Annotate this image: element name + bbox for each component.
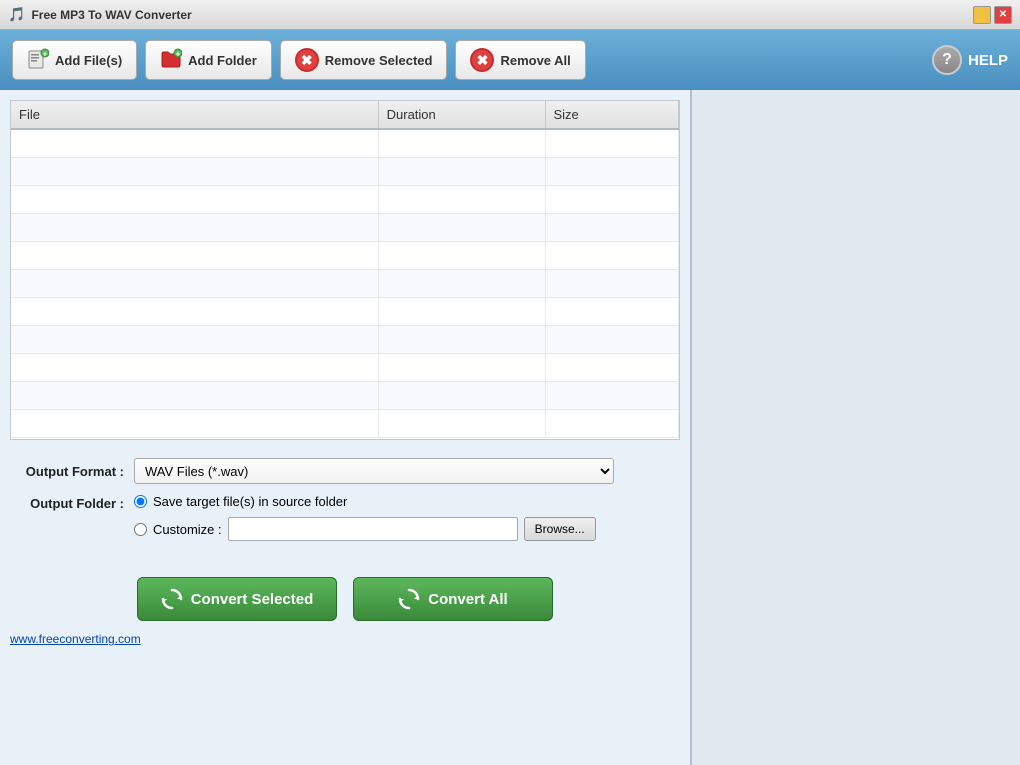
help-label: HELP: [968, 52, 1008, 69]
folder-options: Save target file(s) in source folder Cus…: [134, 494, 596, 541]
browse-button[interactable]: Browse...: [524, 517, 596, 541]
add-files-label: Add File(s): [55, 53, 122, 68]
customize-row: Customize : Browse...: [134, 517, 596, 541]
svg-text:+: +: [176, 49, 181, 58]
folder-row: Output Folder : Save target file(s) in s…: [14, 494, 676, 541]
add-folder-icon: +: [160, 48, 182, 73]
col-size: Size: [545, 101, 679, 129]
add-files-icon: +: [27, 48, 49, 73]
save-source-label[interactable]: Save target file(s) in source folder: [153, 494, 347, 509]
file-table: File Duration Size: [11, 101, 679, 438]
remove-selected-label: Remove Selected: [325, 53, 433, 68]
footer-link[interactable]: www.freeconverting.com: [10, 632, 141, 646]
remove-all-label: Remove All: [500, 53, 570, 68]
customize-input[interactable]: [228, 517, 518, 541]
convert-all-button[interactable]: Convert All: [353, 577, 553, 621]
add-folder-button[interactable]: + Add Folder: [145, 40, 272, 80]
app-icon: 🎵: [8, 6, 25, 23]
table-row[interactable]: [11, 213, 679, 241]
table-row[interactable]: [11, 353, 679, 381]
format-row: Output Format : WAV Files (*.wav): [14, 458, 676, 484]
table-header-row: File Duration Size: [11, 101, 679, 129]
customize-radio[interactable]: [134, 523, 147, 536]
remove-selected-button[interactable]: ✖ Remove Selected: [280, 40, 448, 80]
col-file: File: [11, 101, 378, 129]
convert-all-icon: [398, 588, 420, 610]
save-source-row: Save target file(s) in source folder: [134, 494, 596, 509]
save-source-radio[interactable]: [134, 495, 147, 508]
table-row[interactable]: [11, 157, 679, 185]
close-button[interactable]: ✕: [994, 6, 1012, 24]
table-row[interactable]: [11, 297, 679, 325]
help-icon: ?: [932, 45, 962, 75]
title-bar-controls: ✕: [973, 6, 1012, 24]
file-table-container: File Duration Size: [10, 100, 680, 440]
table-row[interactable]: [11, 325, 679, 353]
add-folder-label: Add Folder: [188, 53, 257, 68]
customize-label[interactable]: Customize :: [153, 522, 222, 537]
toolbar: + Add File(s) + Add Folder ✖ Remove Sele…: [0, 30, 1020, 90]
remove-all-icon: ✖: [470, 48, 494, 72]
table-row[interactable]: [11, 129, 679, 157]
remove-all-button[interactable]: ✖ Remove All: [455, 40, 585, 80]
convert-selected-button[interactable]: Convert Selected: [137, 577, 337, 621]
app-title: Free MP3 To WAV Converter: [31, 8, 191, 22]
add-files-button[interactable]: + Add File(s): [12, 40, 137, 80]
remove-selected-icon: ✖: [295, 48, 319, 72]
folder-label: Output Folder :: [14, 494, 124, 511]
table-row[interactable]: [11, 241, 679, 269]
minimize-button[interactable]: [973, 6, 991, 24]
right-panel: [690, 90, 1020, 765]
convert-all-label: Convert All: [428, 591, 507, 608]
title-bar: 🎵 Free MP3 To WAV Converter ✕: [0, 0, 1020, 30]
svg-text:+: +: [43, 49, 48, 58]
main-area: File Duration Size: [0, 90, 1020, 765]
title-bar-left: 🎵 Free MP3 To WAV Converter: [8, 6, 192, 23]
convert-row: Convert Selected Convert All: [10, 577, 680, 621]
output-section: Output Format : WAV Files (*.wav) Output…: [10, 450, 680, 559]
table-row[interactable]: [11, 269, 679, 297]
convert-selected-label: Convert Selected: [191, 591, 314, 608]
table-row[interactable]: [11, 409, 679, 437]
help-button[interactable]: ? HELP: [932, 45, 1008, 75]
col-duration: Duration: [378, 101, 545, 129]
table-row[interactable]: [11, 381, 679, 409]
table-row[interactable]: [11, 185, 679, 213]
format-select[interactable]: WAV Files (*.wav): [134, 458, 614, 484]
convert-selected-icon: [161, 588, 183, 610]
footer: www.freeconverting.com: [10, 631, 680, 646]
format-label: Output Format :: [14, 464, 124, 479]
left-panel: File Duration Size: [0, 90, 690, 765]
